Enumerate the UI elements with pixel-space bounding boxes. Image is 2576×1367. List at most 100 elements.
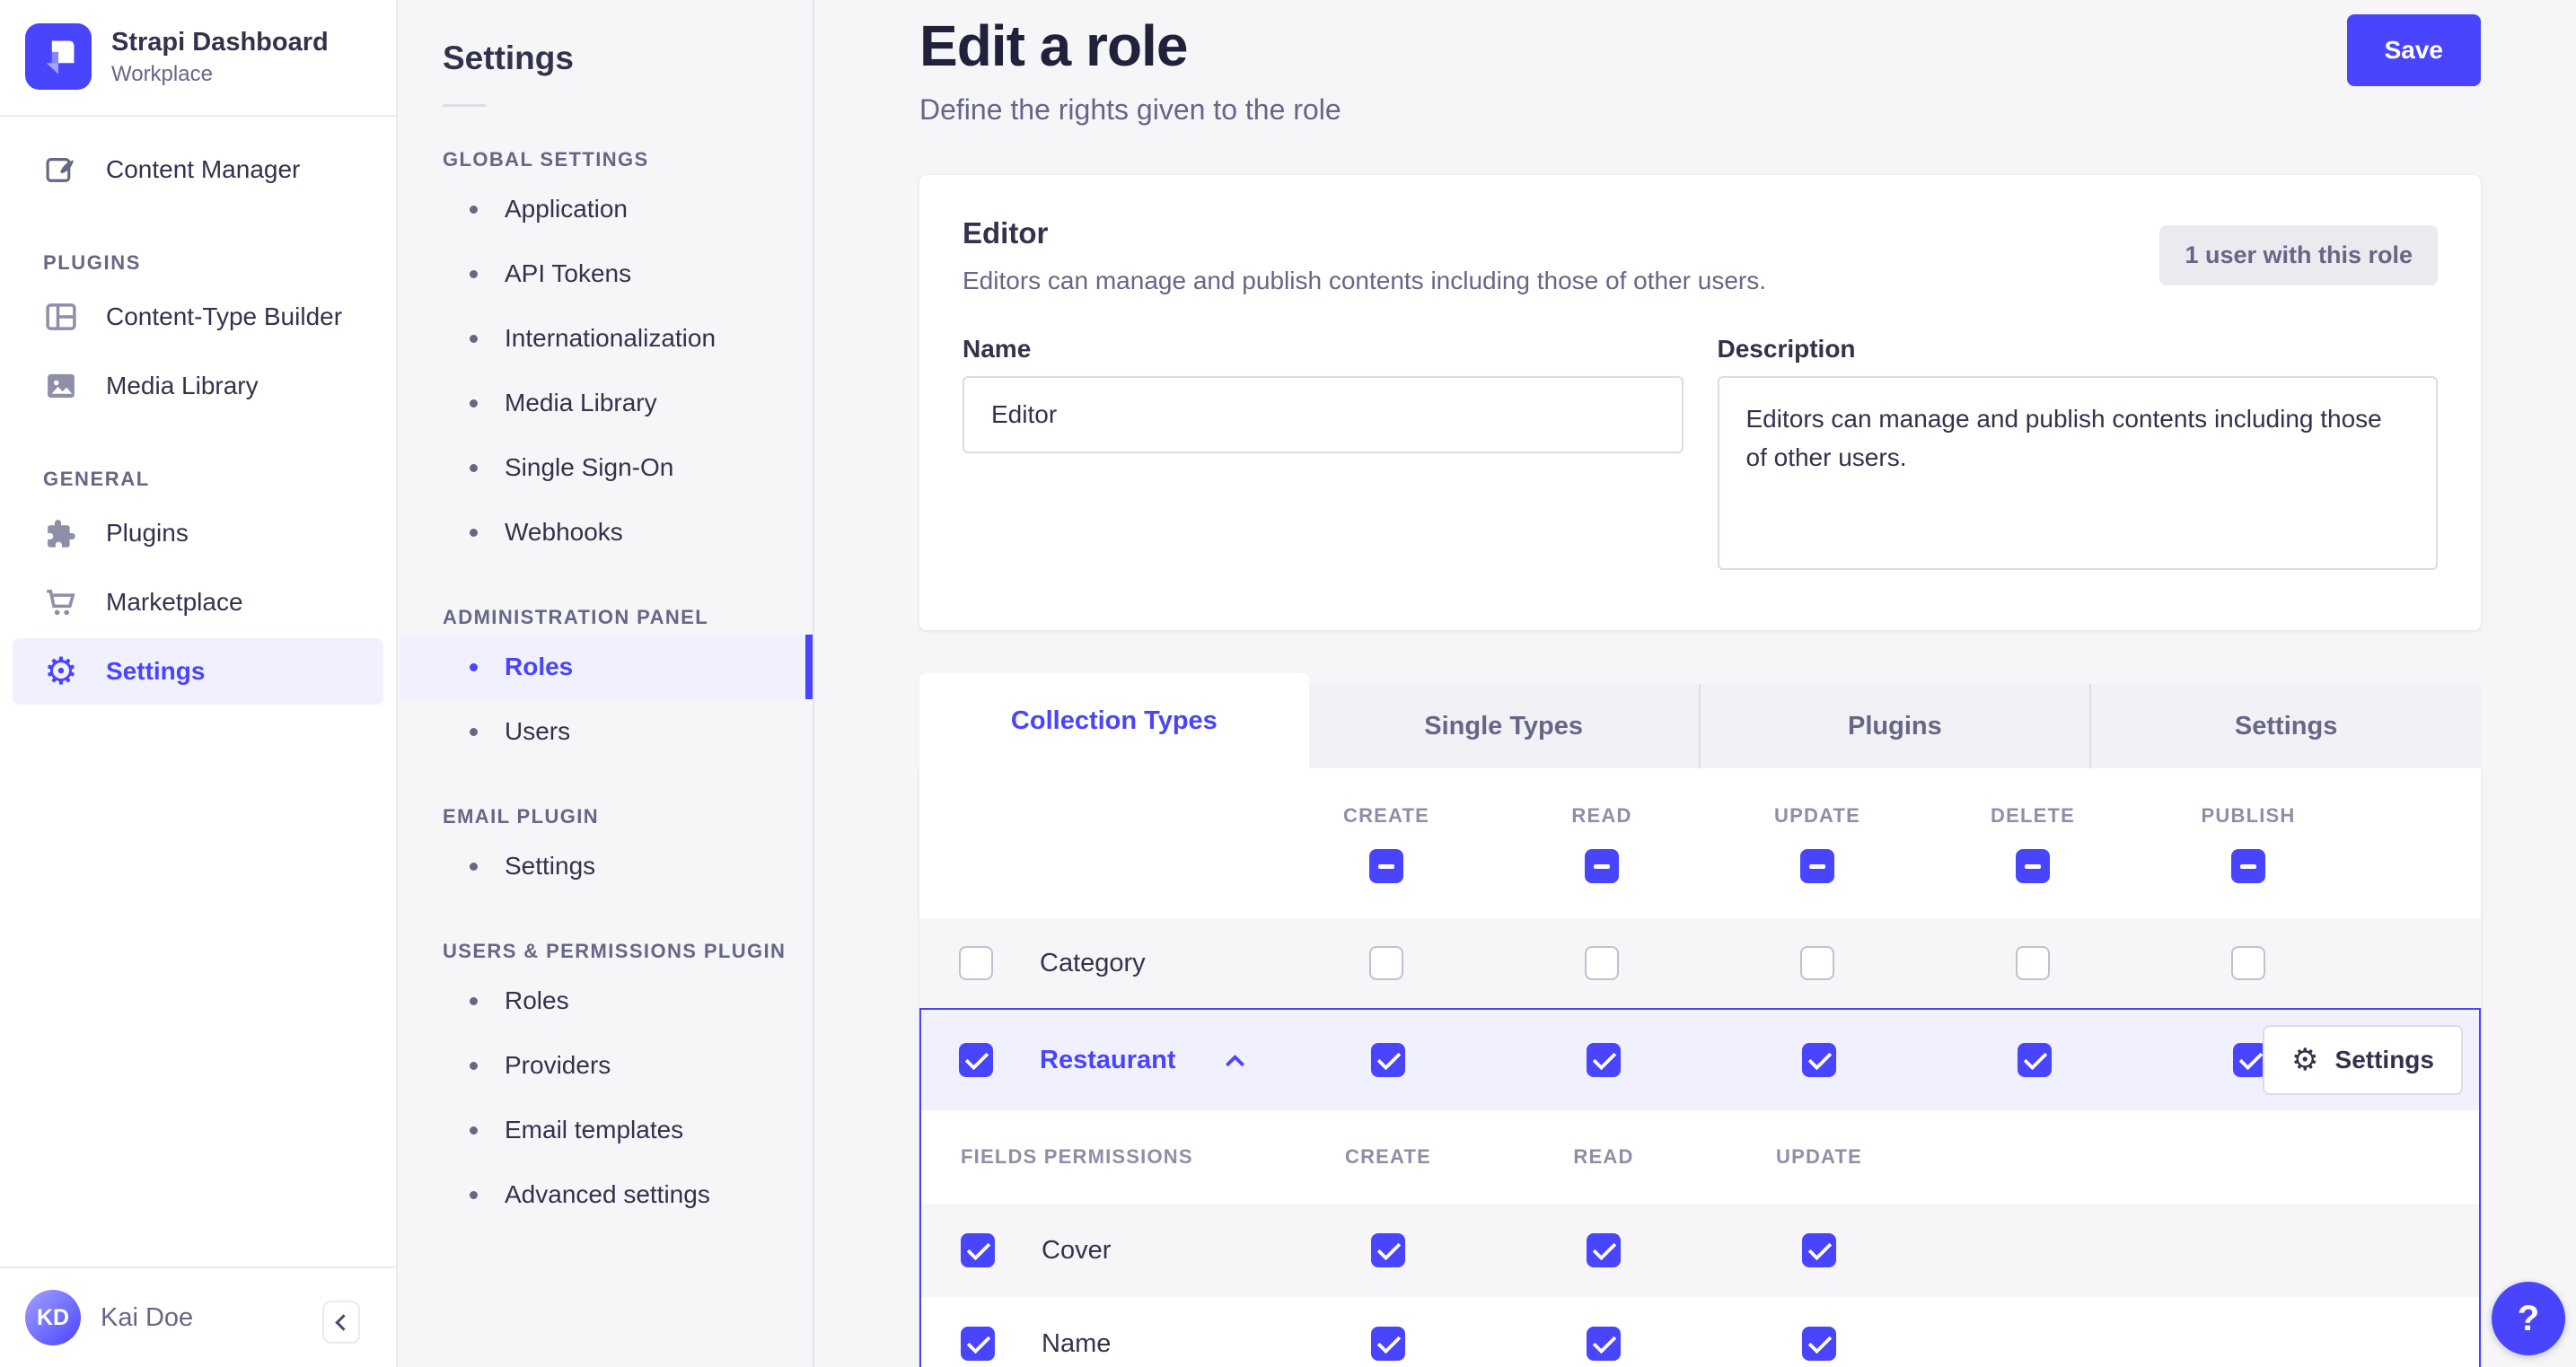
select-all-read-checkbox[interactable] [1585,848,1619,883]
category-read-checkbox[interactable] [1585,946,1619,980]
permissions-tabs: Collection Types Single Types Plugins Se… [919,673,2481,768]
name-field-label: Name [963,335,1032,363]
subnav-section-users-permissions-plugin: USERS & PERMISSIONS PLUGIN [443,940,787,962]
table-row-name: Name [921,1297,2479,1367]
role-description-textarea[interactable]: Editors can manage and publish contents … [1717,376,2438,570]
name-read-checkbox[interactable] [1587,1327,1621,1361]
category-row-checkbox[interactable] [959,946,993,980]
restaurant-update-checkbox[interactable] [1802,1043,1836,1077]
sidebar-collapse-button[interactable] [322,1301,360,1344]
subnav-item-advanced-settings[interactable]: Advanced settings [400,1162,813,1227]
avatar: KD [25,1290,81,1345]
role-name-input[interactable] [963,376,1684,453]
row-label: Category [1040,948,1146,977]
settings-subnav: Settings GLOBAL SETTINGS Application API… [400,0,814,1367]
picture-icon [41,366,81,406]
category-create-checkbox[interactable] [1369,946,1403,980]
users-with-role-button[interactable]: 1 user with this role [2159,225,2438,285]
sidebar-section-plugins: PLUGINS [43,251,141,274]
name-create-checkbox[interactable] [1371,1327,1405,1361]
restaurant-delete-checkbox[interactable] [2018,1043,2052,1077]
sidebar-item-label: Marketplace [106,588,243,616]
sidebar-item-content-type-builder[interactable]: Content-Type Builder [13,284,383,350]
sidebar-item-plugins[interactable]: Plugins [13,500,383,566]
sidebar-item-media-library[interactable]: Media Library [13,353,383,419]
subnav-item-api-tokens[interactable]: API Tokens [400,241,813,306]
subnav-item-users[interactable]: Users [400,699,813,764]
main-content: Edit a role Define the rights given to t… [816,0,2576,1367]
sidebar-item-label: Settings [106,657,206,685]
restaurant-row-checkbox[interactable] [959,1043,993,1077]
tab-collection-types[interactable]: Collection Types [919,673,1309,768]
subnav-item-providers[interactable]: Providers [400,1033,813,1098]
bullet-icon [470,862,478,871]
cover-create-checkbox[interactable] [1371,1233,1405,1267]
select-all-update-checkbox[interactable] [1800,848,1834,883]
save-button[interactable]: Save [2346,14,2481,86]
subnav-item-application[interactable]: Application [400,177,813,241]
page-subtitle: Define the rights given to the role [919,93,1341,126]
select-all-publish-checkbox[interactable] [2231,848,2265,883]
bullet-icon [470,1126,478,1135]
page-header: Edit a role Define the rights given to t… [919,13,2481,127]
category-publish-checkbox[interactable] [2231,946,2265,980]
bullet-icon [470,662,478,671]
column-label-publish: PUBLISH [2201,803,2296,827]
gear-icon: ⚙ [44,649,78,693]
subnav-item-label: Application [505,195,628,223]
category-update-checkbox[interactable] [1800,946,1834,980]
subnav-item-roles[interactable]: Roles [400,635,813,699]
bullet-icon [470,399,478,407]
fields-permissions-title: FIELDS PERMISSIONS [961,1145,1193,1168]
subnav-item-label: Roles [505,653,574,680]
subnav-item-internationalization[interactable]: Internationalization [400,306,813,371]
subnav-item-media-library[interactable]: Media Library [400,371,813,435]
restaurant-read-checkbox[interactable] [1587,1043,1621,1077]
chevron-left-icon [334,1313,352,1331]
sidebar-item-content-manager[interactable]: Content Manager [13,136,383,203]
brand: Strapi Dashboard Workplace [0,0,396,117]
bullet-icon [470,205,478,214]
bullet-icon [470,528,478,537]
tab-plugins[interactable]: Plugins [1698,684,2090,768]
name-row-checkbox[interactable] [961,1327,995,1361]
role-title: Editor [963,216,1049,250]
select-all-create-checkbox[interactable] [1369,848,1403,883]
subnav-item-up-roles[interactable]: Roles [400,968,813,1033]
cover-update-checkbox[interactable] [1802,1233,1836,1267]
subnav-item-label: Internationalization [505,324,717,352]
cover-row-checkbox[interactable] [961,1233,995,1267]
sidebar-item-label: Content Manager [106,155,301,183]
role-details-card: Editor Editors can manage and publish co… [919,175,2481,630]
sidebar-item-label: Content-Type Builder [106,302,343,330]
help-button[interactable]: ? [2492,1282,2565,1355]
row-label: Name [1042,1328,1112,1358]
description-field-label: Description [1717,335,1856,363]
brand-title: Strapi Dashboard [111,27,329,57]
subnav-item-label: Email templates [505,1116,684,1144]
category-delete-checkbox[interactable] [2016,946,2050,980]
restaurant-collapse-toggle[interactable]: Restaurant [921,1043,1280,1077]
name-update-checkbox[interactable] [1802,1327,1836,1361]
subnav-item-email-settings[interactable]: Settings [400,834,813,898]
sidebar-item-settings[interactable]: ⚙ Settings [13,638,383,705]
subnav-item-label: Providers [505,1051,611,1079]
bullet-icon [470,727,478,736]
cover-read-checkbox[interactable] [1587,1233,1621,1267]
restaurant-create-checkbox[interactable] [1371,1043,1405,1077]
subnav-section-global-settings: GLOBAL SETTINGS [443,148,649,171]
restaurant-settings-button[interactable]: ⚙ Settings [2263,1025,2463,1095]
main-sidebar: Strapi Dashboard Workplace Content Manag… [0,0,398,1367]
subnav-title: Settings [443,39,574,76]
sidebar-item-marketplace[interactable]: Marketplace [13,569,383,635]
subnav-item-label: Users [505,717,571,745]
subnav-item-email-templates[interactable]: Email templates [400,1098,813,1162]
subnav-item-webhooks[interactable]: Webhooks [400,500,813,565]
subnav-item-single-sign-on[interactable]: Single Sign-On [400,435,813,500]
puzzle-icon [41,513,81,553]
select-all-delete-checkbox[interactable] [2016,848,2050,883]
fields-permissions-header: FIELDS PERMISSIONS CREATE READ UPDATE [921,1110,2479,1204]
subnav-section-administration-panel: ADMINISTRATION PANEL [443,606,709,628]
tab-single-types[interactable]: Single Types [1308,684,1699,768]
tab-settings[interactable]: Settings [2089,684,2481,768]
